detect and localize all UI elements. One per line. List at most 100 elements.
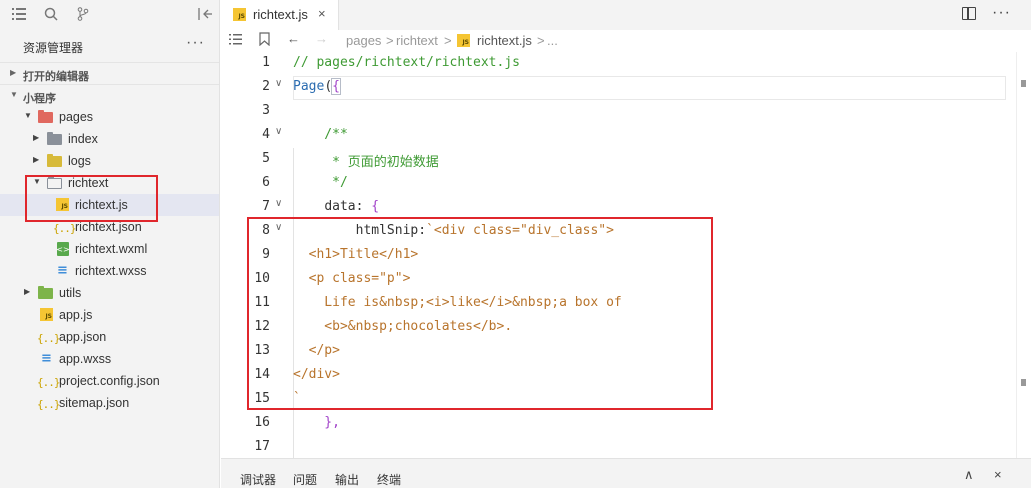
tab-output[interactable]: 输出	[335, 471, 359, 488]
tree-item-project-config-json[interactable]: {..} project.config.json	[0, 370, 219, 392]
bookmark-icon[interactable]	[259, 32, 270, 49]
wxss-file-icon: ≡	[41, 351, 52, 366]
tree-item-app-js[interactable]: JS app.js	[0, 304, 219, 326]
fold-chevron-icon[interactable]: ∨	[275, 222, 282, 233]
file-tree: ▼ pages ▶ index ▶ logs ▼ richtext JS ric…	[0, 106, 219, 414]
close-icon[interactable]: ×	[318, 6, 326, 21]
collapse-sidebar-icon[interactable]	[196, 5, 214, 23]
fold-chevron-icon[interactable]: ∨	[275, 126, 282, 137]
tree-item-pages[interactable]: ▼ pages	[0, 106, 219, 128]
tab-terminal[interactable]: 终端	[377, 471, 401, 488]
code-line[interactable]: 10 <p class="p">	[221, 268, 1016, 292]
forward-arrow-icon[interactable]: →	[315, 31, 328, 46]
tab-debugger[interactable]: 调试器	[240, 471, 276, 488]
tree-item-app-wxss[interactable]: ≡ app.wxss	[0, 348, 219, 370]
folder-icon	[38, 286, 53, 300]
fold-chevron-icon[interactable]: ∨	[275, 198, 282, 209]
chevron-down-icon: ▼	[24, 111, 32, 120]
code-text: },	[293, 415, 340, 430]
chevron-down-icon: ▼	[33, 177, 41, 186]
code-line[interactable]: 17	[221, 436, 1016, 458]
list-icon[interactable]	[10, 5, 28, 23]
code-line[interactable]: 12 <b>&nbsp;chocolates</b>.	[221, 316, 1016, 340]
more-actions-button[interactable]: ···	[186, 34, 205, 52]
code-line[interactable]: 7 ∨ data: {	[221, 196, 1016, 220]
code-line[interactable]: 2 ∨ Page({	[221, 76, 1016, 100]
section-open-editors[interactable]: ▶ 打开的编辑器	[0, 62, 219, 84]
code-line[interactable]: 15 `	[221, 388, 1016, 412]
tree-item-label: project.config.json	[59, 374, 160, 388]
tree-item-richtext-json[interactable]: {..} richtext.json	[0, 216, 219, 238]
fold-chevron-icon[interactable]: ∨	[275, 78, 282, 89]
editor-tab-bar: JS richtext.js × ···	[221, 0, 1031, 30]
tab-label: richtext.js	[253, 7, 308, 22]
tree-item-index[interactable]: ▶ index	[0, 128, 219, 150]
code-line[interactable]: 6 */	[221, 172, 1016, 196]
code-line[interactable]: 9 <h1>Title</h1>	[221, 244, 1016, 268]
code-text: Life is&nbsp;<i>like</i>&nbsp;a box of	[293, 295, 622, 310]
tree-item-label: utils	[59, 286, 82, 300]
line-number: 11	[254, 295, 270, 310]
code-line[interactable]: 3	[221, 100, 1016, 124]
tab-richtext-js[interactable]: JS richtext.js ×	[221, 0, 339, 30]
code-line[interactable]: 13 </p>	[221, 340, 1016, 364]
breadcrumb-item[interactable]: richtext.js	[477, 33, 532, 48]
tree-item-label: index	[68, 132, 98, 146]
section-miniprogram[interactable]: ▼ 小程序	[0, 84, 219, 106]
code-line[interactable]: 4 ∨ /**	[221, 124, 1016, 148]
tree-item-label: richtext.js	[75, 198, 128, 212]
tree-item-label: sitemap.json	[59, 396, 130, 410]
line-number: 2	[262, 79, 270, 94]
code-text: /**	[293, 127, 348, 142]
tree-item-utils[interactable]: ▶ utils	[0, 282, 219, 304]
code-line[interactable]: 16 },	[221, 412, 1016, 436]
breadcrumb-item[interactable]: pages	[346, 33, 381, 48]
code-line[interactable]: 14 </div>	[221, 364, 1016, 388]
line-number: 15	[254, 391, 270, 406]
code-text: </p>	[293, 343, 340, 358]
section-label: 打开的编辑器	[23, 71, 89, 83]
git-branch-icon[interactable]	[74, 5, 92, 23]
more-actions-button[interactable]: ···	[992, 4, 1011, 22]
line-number: 7	[262, 199, 270, 214]
code-editor[interactable]: 1 // pages/richtext/richtext.js 2 ∨ Page({3 4…	[221, 52, 1016, 458]
tree-item-richtext-wxss[interactable]: ≡ richtext.wxss	[0, 260, 219, 282]
tree-item-app-json[interactable]: {..} app.json	[0, 326, 219, 348]
sidebar-toolbar	[0, 0, 219, 30]
tree-item-label: app.json	[59, 330, 107, 344]
breadcrumb-item[interactable]: ...	[547, 33, 558, 48]
scrollbar-marker	[1021, 80, 1026, 87]
editor-scrollbar[interactable]	[1016, 52, 1031, 458]
breadcrumb-item[interactable]: richtext	[396, 33, 438, 48]
tree-item-sitemap-json[interactable]: {..} sitemap.json	[0, 392, 219, 414]
js-file-icon: JS	[457, 34, 470, 47]
code-line[interactable]: 8 ∨ htmlSnip:`<div class="div_class">	[221, 220, 1016, 244]
tree-item-richtext-wxml[interactable]: <> richtext.wxml	[0, 238, 219, 260]
code-line[interactable]: 1 // pages/richtext/richtext.js	[221, 52, 1016, 76]
split-editor-icon[interactable]	[962, 7, 976, 20]
line-number: 4	[262, 127, 270, 142]
json-file-icon: {..}	[53, 222, 76, 235]
chevron-right-icon: ▶	[10, 68, 17, 77]
search-icon[interactable]	[42, 5, 60, 23]
chevron-down-icon: ▼	[10, 90, 18, 99]
line-number: 10	[254, 271, 270, 286]
close-icon[interactable]: ×	[994, 467, 1002, 482]
line-number: 16	[254, 415, 270, 430]
chevron-up-icon[interactable]: ∧	[964, 467, 974, 483]
code-text: Page({	[293, 78, 341, 95]
tree-item-label: app.js	[59, 308, 93, 322]
chevron-right-icon: ▶	[33, 155, 40, 164]
list-icon[interactable]	[229, 33, 242, 48]
tree-item-richtext-js[interactable]: JS richtext.js	[0, 194, 219, 216]
tab-problems[interactable]: 问题	[293, 471, 317, 488]
back-arrow-icon[interactable]: ←	[287, 31, 300, 46]
code-text: htmlSnip:`<div class="div_class">	[355, 223, 614, 238]
tree-item-logs[interactable]: ▶ logs	[0, 150, 219, 172]
code-line[interactable]: 5 * 页面的初始数据	[221, 148, 1016, 172]
tree-item-label: pages	[59, 110, 94, 124]
tree-item-label: richtext.json	[75, 220, 142, 234]
code-line[interactable]: 11 Life is&nbsp;<i>like</i>&nbsp;a box o…	[221, 292, 1016, 316]
explorer-sidebar: 资源管理器 ··· ▶ 打开的编辑器 ▼ 小程序 ▼ pages ▶ index…	[0, 0, 220, 488]
tree-item-richtext[interactable]: ▼ richtext	[0, 172, 219, 194]
